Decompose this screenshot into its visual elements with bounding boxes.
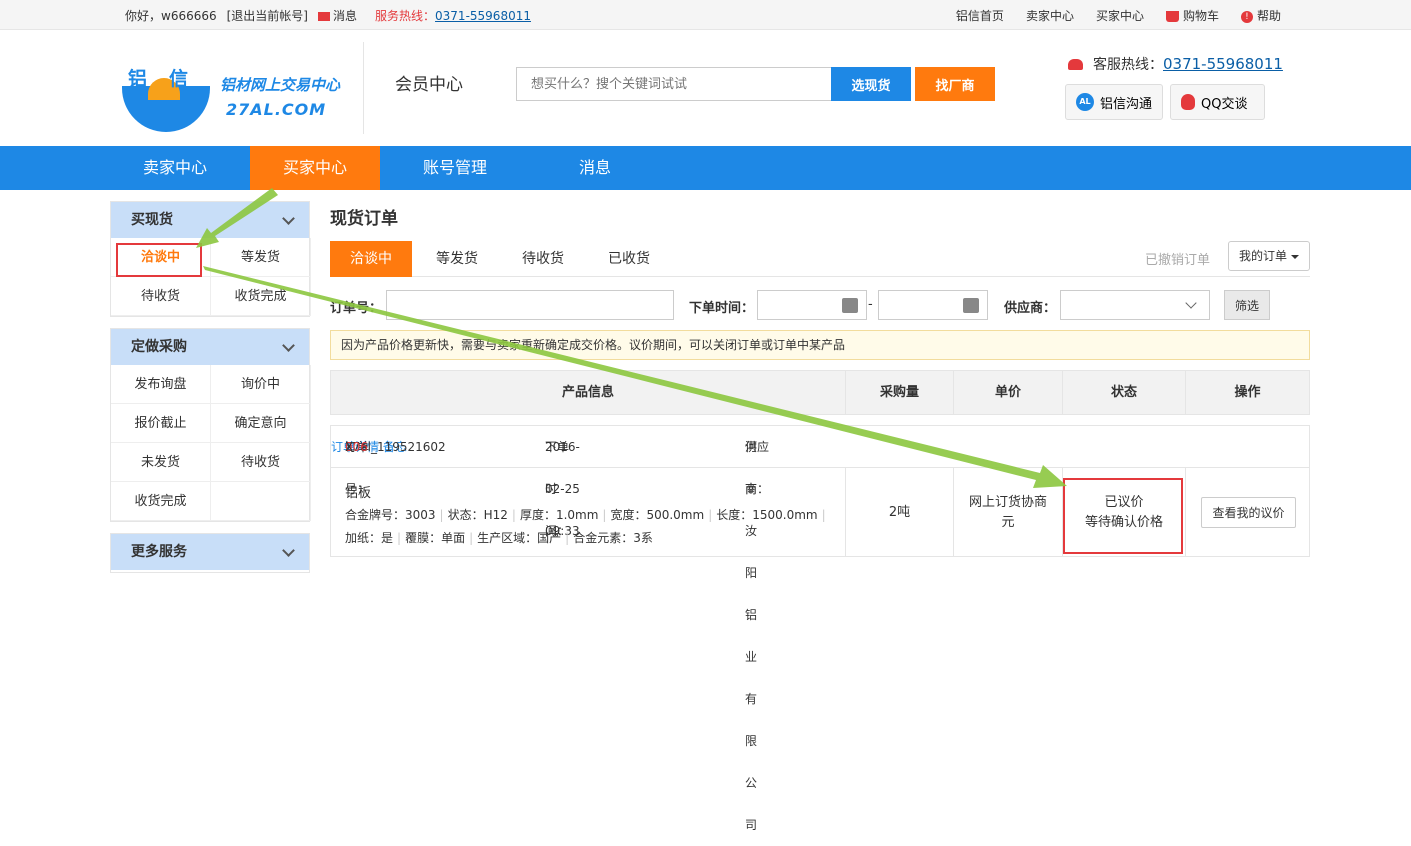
- logo-name: 铝材网上交易中心: [220, 76, 341, 94]
- greeting: 你好，w666666: [125, 9, 217, 23]
- service-hotline: 客服热线： 0371-55968011: [1068, 54, 1283, 74]
- product-cell: 铝板 合金牌号：3003 | 状态：H12 | 厚度：1.0mm | 宽度：500.0mm |…: [331, 468, 846, 557]
- sidebar-item-post-inquiry[interactable]: 发布询盘: [111, 365, 211, 404]
- order-header: 订单号： 27al_119521602 006 X 下单时间： 2016-02-25 0…: [331, 426, 1309, 832]
- logout-link[interactable]: [退出当前帐号]: [227, 7, 308, 24]
- mail-icon: [318, 12, 330, 21]
- sidebar-item-awaiting-receipt[interactable]: 待收货: [111, 277, 211, 316]
- member-center-title: 会员中心: [395, 75, 463, 95]
- order-tabs: 洽谈中 等发货 待收货 已收货 已撤销订单 我的订单: [330, 241, 1310, 277]
- spec-line-1: 合金牌号：3003 | 状态：H12 | 厚度：1.0mm | 宽度：500.0mm | 长度：…: [345, 508, 826, 522]
- chevron-down-icon: [282, 544, 295, 557]
- chevron-down-icon: [1185, 297, 1197, 309]
- sidebar-item-inquiring[interactable]: 询价中: [211, 365, 311, 404]
- top-bar: 你好，w666666 [退出当前帐号] 消息 服务热线： 0371-559680…: [0, 0, 1411, 30]
- highlight-box-negotiating: [116, 243, 202, 277]
- main-nav: 卖家中心 买家中心 账号管理 消息: [0, 146, 1411, 190]
- sidebar-custom: 定做采购 发布询盘 询价中 报价截止 确定意向 未发货 待收货 收货完成: [110, 328, 311, 522]
- seller-center-link[interactable]: 卖家中心: [1026, 7, 1074, 24]
- price-cell: 网上订货协商元: [954, 468, 1063, 557]
- date-range-dash: -: [868, 297, 873, 312]
- sidebar-item-custom-received[interactable]: 收货完成: [111, 482, 211, 521]
- th-status: 状态: [1063, 371, 1186, 414]
- nav-seller-center[interactable]: 卖家中心: [110, 146, 240, 190]
- chevron-down-icon: [282, 212, 295, 225]
- cart-icon: [1165, 11, 1179, 22]
- calendar-icon: [963, 298, 979, 313]
- search-input[interactable]: [516, 67, 832, 101]
- sidebar-item-quote-closed[interactable]: 报价截止: [111, 404, 211, 443]
- supplier-select[interactable]: [1060, 290, 1210, 320]
- sidebar-buy-spot-header[interactable]: 买现货: [111, 202, 309, 238]
- cancelled-orders-link[interactable]: 已撤销订单: [1145, 249, 1210, 268]
- th-product: 产品信息: [331, 371, 846, 414]
- nav-account[interactable]: 账号管理: [390, 146, 520, 190]
- end-date-input[interactable]: [878, 290, 988, 320]
- qq-icon: [1181, 94, 1195, 110]
- notice-banner: 因为产品价格更新快，需要与卖家重新确定成交价格。议价期间，可以关闭订单或订单中某…: [330, 330, 1310, 360]
- logo-domain: 27AL.COM: [226, 100, 327, 119]
- view-my-bargain-button[interactable]: 查看我的议价: [1201, 497, 1296, 528]
- tab-received[interactable]: 已收货: [586, 241, 672, 277]
- logo-cn: 铝信: [128, 68, 211, 90]
- sidebar-item-received[interactable]: 收货完成: [211, 277, 311, 316]
- my-orders-dropdown[interactable]: 我的订单: [1228, 241, 1310, 271]
- help-icon: !: [1240, 10, 1253, 23]
- order-no-input[interactable]: [386, 290, 674, 320]
- messages-link[interactable]: 消息: [318, 7, 357, 24]
- help-link[interactable]: ! 帮助: [1240, 7, 1281, 24]
- order-no-label: 订单号：: [330, 301, 383, 316]
- product-name: 铝板: [345, 486, 372, 501]
- sidebar-more: 更多服务: [110, 533, 310, 573]
- find-factory-button[interactable]: 找厂商: [915, 67, 995, 101]
- tab-negotiating[interactable]: 洽谈中: [330, 241, 412, 277]
- cart-link[interactable]: 购物车: [1165, 7, 1219, 24]
- sidebar-custom-header[interactable]: 定做采购: [111, 329, 309, 365]
- service-number[interactable]: 0371-55968011: [1163, 55, 1283, 73]
- tab-awaiting-receipt[interactable]: 待收货: [500, 241, 586, 277]
- order-time-label: 下单时间：: [689, 301, 755, 316]
- logo[interactable]: 铝信 铝材网上交易中心 27AL.COM: [120, 56, 350, 146]
- home-link[interactable]: 铝信首页: [956, 7, 1004, 24]
- table-header: 产品信息 采购量 单价 状态 操作: [330, 370, 1310, 415]
- tab-awaiting-shipment[interactable]: 等发货: [414, 241, 500, 277]
- th-action: 操作: [1234, 385, 1261, 400]
- nav-messages[interactable]: 消息: [530, 146, 660, 190]
- start-date-input[interactable]: [757, 290, 867, 320]
- caret-down-icon: [1291, 254, 1299, 259]
- qq-chat-button[interactable]: QQ交谈: [1170, 84, 1265, 120]
- header-divider: [363, 42, 364, 134]
- sidebar-item-confirm-intent[interactable]: 确定意向: [211, 404, 311, 443]
- spot-search-button[interactable]: 选现货: [831, 67, 911, 101]
- th-price: 单价: [954, 371, 1063, 414]
- calendar-icon: [842, 298, 858, 313]
- quantity-cell: 2吨: [846, 468, 954, 557]
- header: 铝信 铝材网上交易中心 27AL.COM 会员中心 选现货 找厂商 客服热线： …: [0, 30, 1411, 146]
- sidebar-empty-cell: [211, 482, 311, 521]
- al-chat-button[interactable]: AL 铝信沟通: [1065, 84, 1163, 120]
- highlight-box-status: [1063, 478, 1183, 554]
- filter-button[interactable]: 筛选: [1224, 290, 1270, 320]
- hotline-label: 服务热线：: [375, 9, 436, 23]
- supplier-label: 供应商：: [1004, 301, 1057, 316]
- nav-buyer-center[interactable]: 买家中心: [250, 146, 380, 190]
- sidebar-item-custom-awaiting-receipt[interactable]: 待收货: [211, 443, 311, 482]
- chevron-down-icon: [282, 339, 295, 352]
- spec-line-2: 加纸：是 | 覆膜：单面 | 生产区域：国产 | 合金元素：3系: [345, 531, 653, 545]
- buyer-center-link[interactable]: 买家中心: [1096, 7, 1144, 24]
- hotline-number[interactable]: 0371-55968011: [435, 9, 531, 23]
- th-quantity: 采购量: [846, 371, 954, 414]
- sidebar-item-awaiting-shipment[interactable]: 等发货: [211, 238, 311, 277]
- page-title: 现货订单: [330, 209, 398, 229]
- sidebar-more-header[interactable]: 更多服务: [111, 534, 309, 570]
- phone-icon: [1068, 58, 1083, 70]
- sidebar-item-not-shipped[interactable]: 未发货: [111, 443, 211, 482]
- al-chat-icon: AL: [1076, 93, 1094, 111]
